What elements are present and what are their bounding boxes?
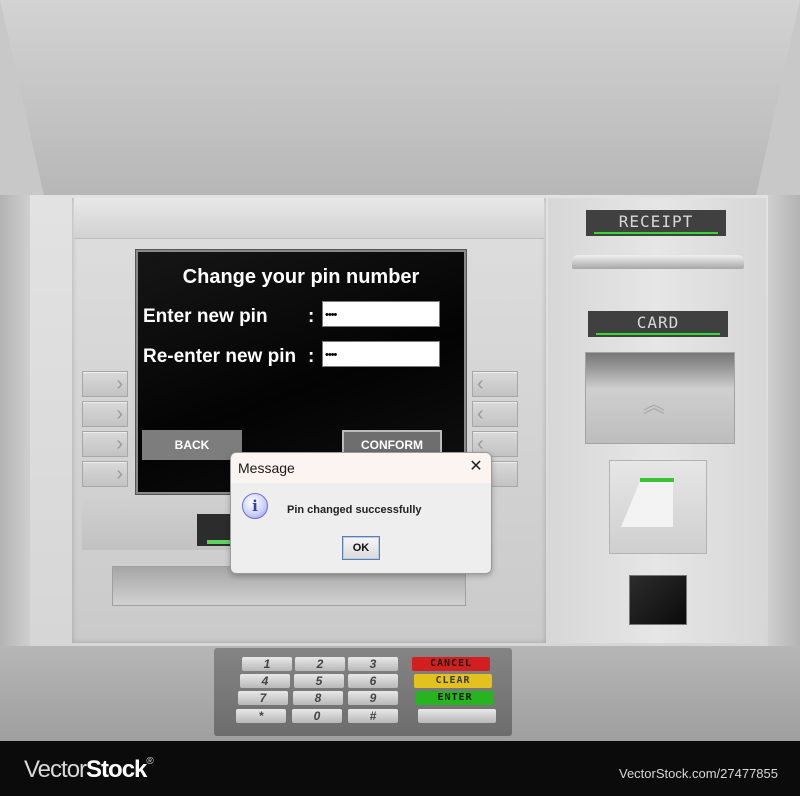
keypad-key-3[interactable]: 3 bbox=[348, 657, 398, 671]
brand-vector-text: Vector bbox=[24, 756, 87, 783]
chevron-left-icon: ‹ bbox=[477, 403, 484, 425]
receipt-led bbox=[594, 232, 718, 234]
keypad-key-1[interactable]: 1 bbox=[242, 657, 292, 671]
side-key-right-1[interactable]: ‹ bbox=[472, 371, 518, 397]
side-key-left-1[interactable]: › bbox=[82, 371, 128, 397]
dialog-title: Message bbox=[238, 460, 295, 476]
chevron-up-icon: ︽ bbox=[642, 392, 665, 417]
keypad-key-hash[interactable]: # bbox=[348, 709, 398, 723]
enter-key[interactable]: ENTER bbox=[416, 691, 494, 705]
atm-side-left bbox=[0, 195, 30, 650]
side-key-left-4[interactable]: › bbox=[82, 461, 128, 487]
card-slot-led bbox=[207, 540, 232, 544]
brand-logo: VectorStock® bbox=[24, 756, 154, 784]
dialog-message: Pin changed successfully bbox=[287, 504, 422, 516]
close-icon[interactable]: ✕ bbox=[465, 456, 487, 478]
atm-side-right bbox=[768, 195, 800, 650]
reenter-pin-colon: : bbox=[308, 346, 315, 367]
ok-button[interactable]: OK bbox=[342, 536, 380, 560]
clear-key[interactable]: CLEAR bbox=[414, 674, 492, 688]
cancel-key[interactable]: CANCEL bbox=[412, 657, 490, 671]
new-pin-label: Enter new pin bbox=[143, 306, 268, 327]
side-key-left-3[interactable]: › bbox=[82, 431, 128, 457]
chevron-right-icon: › bbox=[116, 463, 123, 485]
chevron-right-icon: › bbox=[116, 373, 123, 395]
fingerprint-pad bbox=[641, 479, 673, 527]
stock-id: VectorStock.com/27477855 bbox=[619, 766, 778, 781]
keypad-key-star[interactable]: * bbox=[236, 709, 286, 723]
chevron-left-icon: ‹ bbox=[477, 373, 484, 395]
message-dialog: Message ✕ i Pin changed successfully OK bbox=[230, 452, 492, 574]
new-pin-colon: : bbox=[308, 306, 315, 327]
screen-title: Change your pin number bbox=[182, 266, 420, 288]
keypad-key-0[interactable]: 0 bbox=[292, 709, 342, 723]
new-pin-field[interactable]: •••• bbox=[322, 301, 440, 327]
reenter-pin-label: Re-enter new pin bbox=[143, 346, 297, 367]
keypad-key-9[interactable]: 9 bbox=[348, 691, 398, 705]
keypad-key-5[interactable]: 5 bbox=[294, 674, 344, 688]
brand-reg-mark: ® bbox=[146, 756, 153, 767]
screen-header-bar bbox=[74, 198, 544, 239]
keypad-key-6[interactable]: 6 bbox=[348, 674, 398, 688]
receipt-slot bbox=[572, 255, 744, 269]
keypad-key-7[interactable]: 7 bbox=[238, 691, 288, 705]
side-key-left-2[interactable]: › bbox=[82, 401, 128, 427]
atm-ceiling bbox=[0, 0, 800, 200]
fingerprint-led bbox=[640, 478, 674, 482]
chevron-right-icon: › bbox=[116, 433, 123, 455]
keypad-key-8[interactable]: 8 bbox=[293, 691, 343, 705]
brand-stock-text: Stock bbox=[86, 756, 147, 783]
keypad-key-4[interactable]: 4 bbox=[240, 674, 290, 688]
atm-wall-right bbox=[755, 0, 800, 200]
side-key-right-2[interactable]: ‹ bbox=[472, 401, 518, 427]
back-button[interactable]: BACK bbox=[142, 430, 242, 460]
camera-lens bbox=[629, 575, 687, 625]
chevron-right-icon: › bbox=[116, 403, 123, 425]
reenter-pin-field[interactable]: •••• bbox=[322, 341, 440, 367]
atm-wall-left bbox=[0, 0, 45, 200]
info-icon: i bbox=[242, 493, 268, 519]
keypad-key-2[interactable]: 2 bbox=[295, 657, 345, 671]
blank-key[interactable] bbox=[418, 709, 496, 723]
card-led bbox=[596, 333, 720, 335]
